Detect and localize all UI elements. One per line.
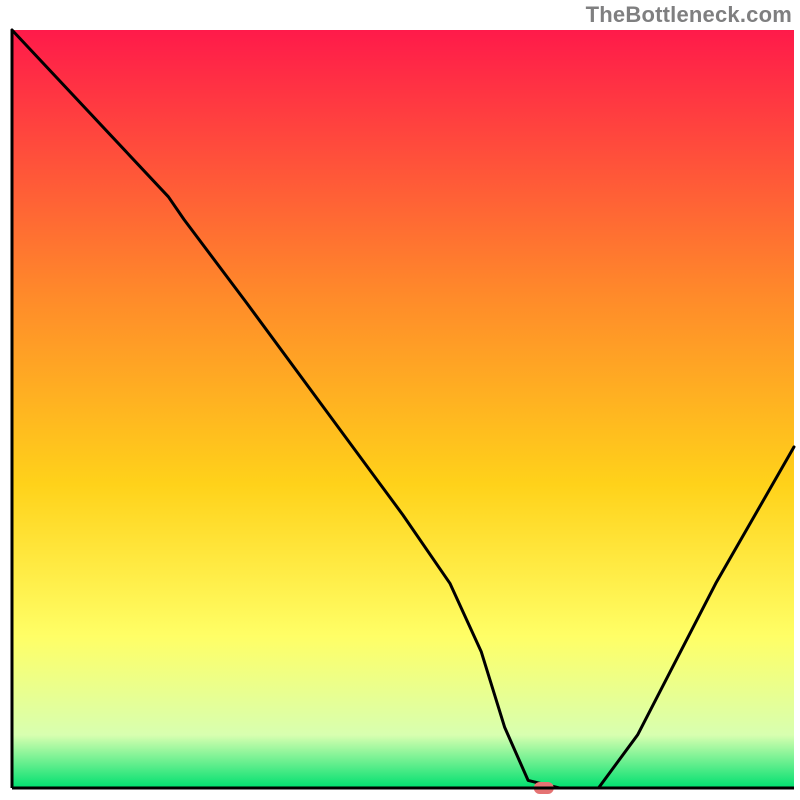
- chart-svg: [0, 0, 800, 800]
- gradient-background: [12, 30, 794, 788]
- chart-stage: TheBottleneck.com: [0, 0, 800, 800]
- plot-area: [12, 30, 794, 794]
